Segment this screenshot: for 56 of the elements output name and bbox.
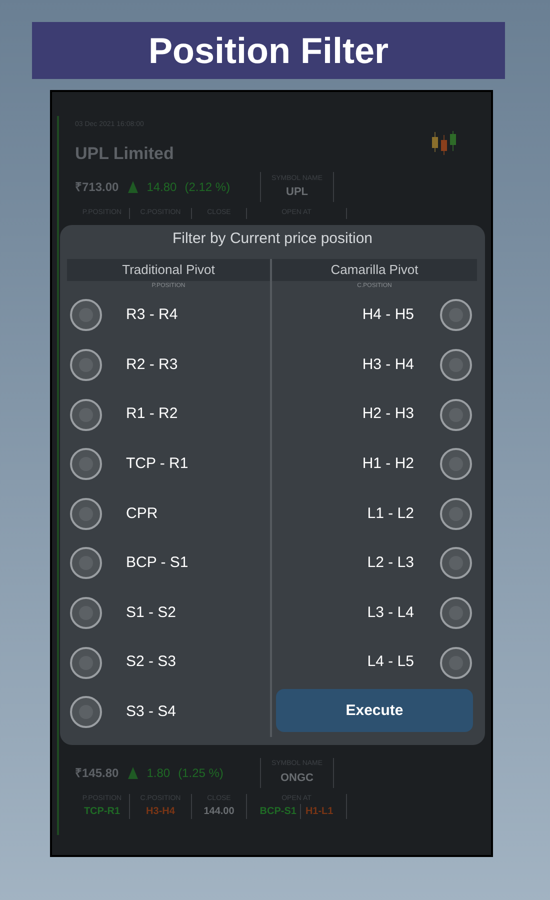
page-banner: Position Filter bbox=[32, 22, 505, 79]
option-label: TCP - R1 bbox=[126, 454, 188, 474]
radio-button[interactable] bbox=[70, 696, 102, 728]
option-label: H2 - H3 bbox=[362, 404, 414, 424]
radio-button[interactable] bbox=[440, 349, 472, 382]
column-header: Traditional Pivot bbox=[67, 258, 270, 281]
radio-button[interactable] bbox=[70, 646, 102, 679]
option-label: S3 - S4 bbox=[126, 702, 176, 722]
radio-button[interactable] bbox=[70, 448, 102, 480]
position-value: TCP-R1 bbox=[84, 805, 120, 819]
change-percent: (2.12 %) bbox=[184, 179, 230, 196]
symbol-text: UPL bbox=[286, 185, 308, 200]
position-value: H3-H4 bbox=[146, 805, 175, 819]
dialog-title: Filter by Current price position bbox=[171, 229, 374, 250]
change-text: 14.80 bbox=[146, 179, 177, 196]
candlestick-icon bbox=[431, 130, 457, 156]
radio-button[interactable] bbox=[70, 398, 102, 431]
open-value: BCP-S1 bbox=[260, 804, 302, 819]
option-label: L3 - L4 bbox=[367, 602, 414, 623]
option-label: R1 - R2 bbox=[126, 404, 178, 424]
radio-button[interactable] bbox=[440, 398, 472, 431]
symbol-text: ONGC bbox=[280, 770, 314, 786]
price-text: ₹713.00 bbox=[75, 179, 119, 196]
close-value: 144.00 bbox=[204, 805, 234, 819]
column-header: Camarilla Pivot bbox=[272, 258, 477, 281]
radio-button[interactable] bbox=[440, 498, 472, 530]
option-label: H3 - H4 bbox=[362, 354, 414, 375]
radio-button[interactable] bbox=[70, 498, 102, 530]
open-value: H1-L1 bbox=[305, 805, 334, 819]
option-label: L1 - L2 bbox=[367, 504, 414, 524]
radio-button[interactable] bbox=[440, 547, 472, 580]
company-name: UPL Limited bbox=[75, 142, 174, 164]
change-text: 1.80 bbox=[146, 764, 170, 782]
radio-button[interactable] bbox=[70, 597, 102, 630]
change-percent: (1.25 %) bbox=[178, 764, 224, 782]
radio-button[interactable] bbox=[440, 597, 472, 630]
radio-button[interactable] bbox=[70, 349, 102, 382]
execute-button[interactable]: Execute bbox=[276, 689, 473, 732]
radio-button[interactable] bbox=[440, 448, 472, 480]
price-text: ₹145.80 bbox=[75, 764, 119, 782]
radio-button[interactable] bbox=[440, 646, 472, 679]
option-label: S2 - S3 bbox=[126, 652, 176, 672]
option-label: L2 - L3 bbox=[367, 553, 414, 574]
radio-button[interactable] bbox=[440, 299, 472, 332]
option-label: BCP - S1 bbox=[126, 553, 188, 574]
up-arrow-icon bbox=[126, 766, 139, 780]
up-arrow-icon bbox=[126, 180, 139, 194]
option-label: S1 - S2 bbox=[126, 602, 176, 623]
option-label: H4 - H5 bbox=[362, 305, 414, 326]
radio-button[interactable] bbox=[70, 547, 102, 580]
option-label: H1 - H2 bbox=[362, 454, 414, 474]
option-label: CPR bbox=[126, 504, 158, 524]
option-label: L4 - L5 bbox=[367, 652, 414, 672]
option-label: R3 - R4 bbox=[126, 305, 178, 326]
option-label: R2 - R3 bbox=[126, 354, 178, 375]
radio-button[interactable] bbox=[70, 299, 102, 332]
